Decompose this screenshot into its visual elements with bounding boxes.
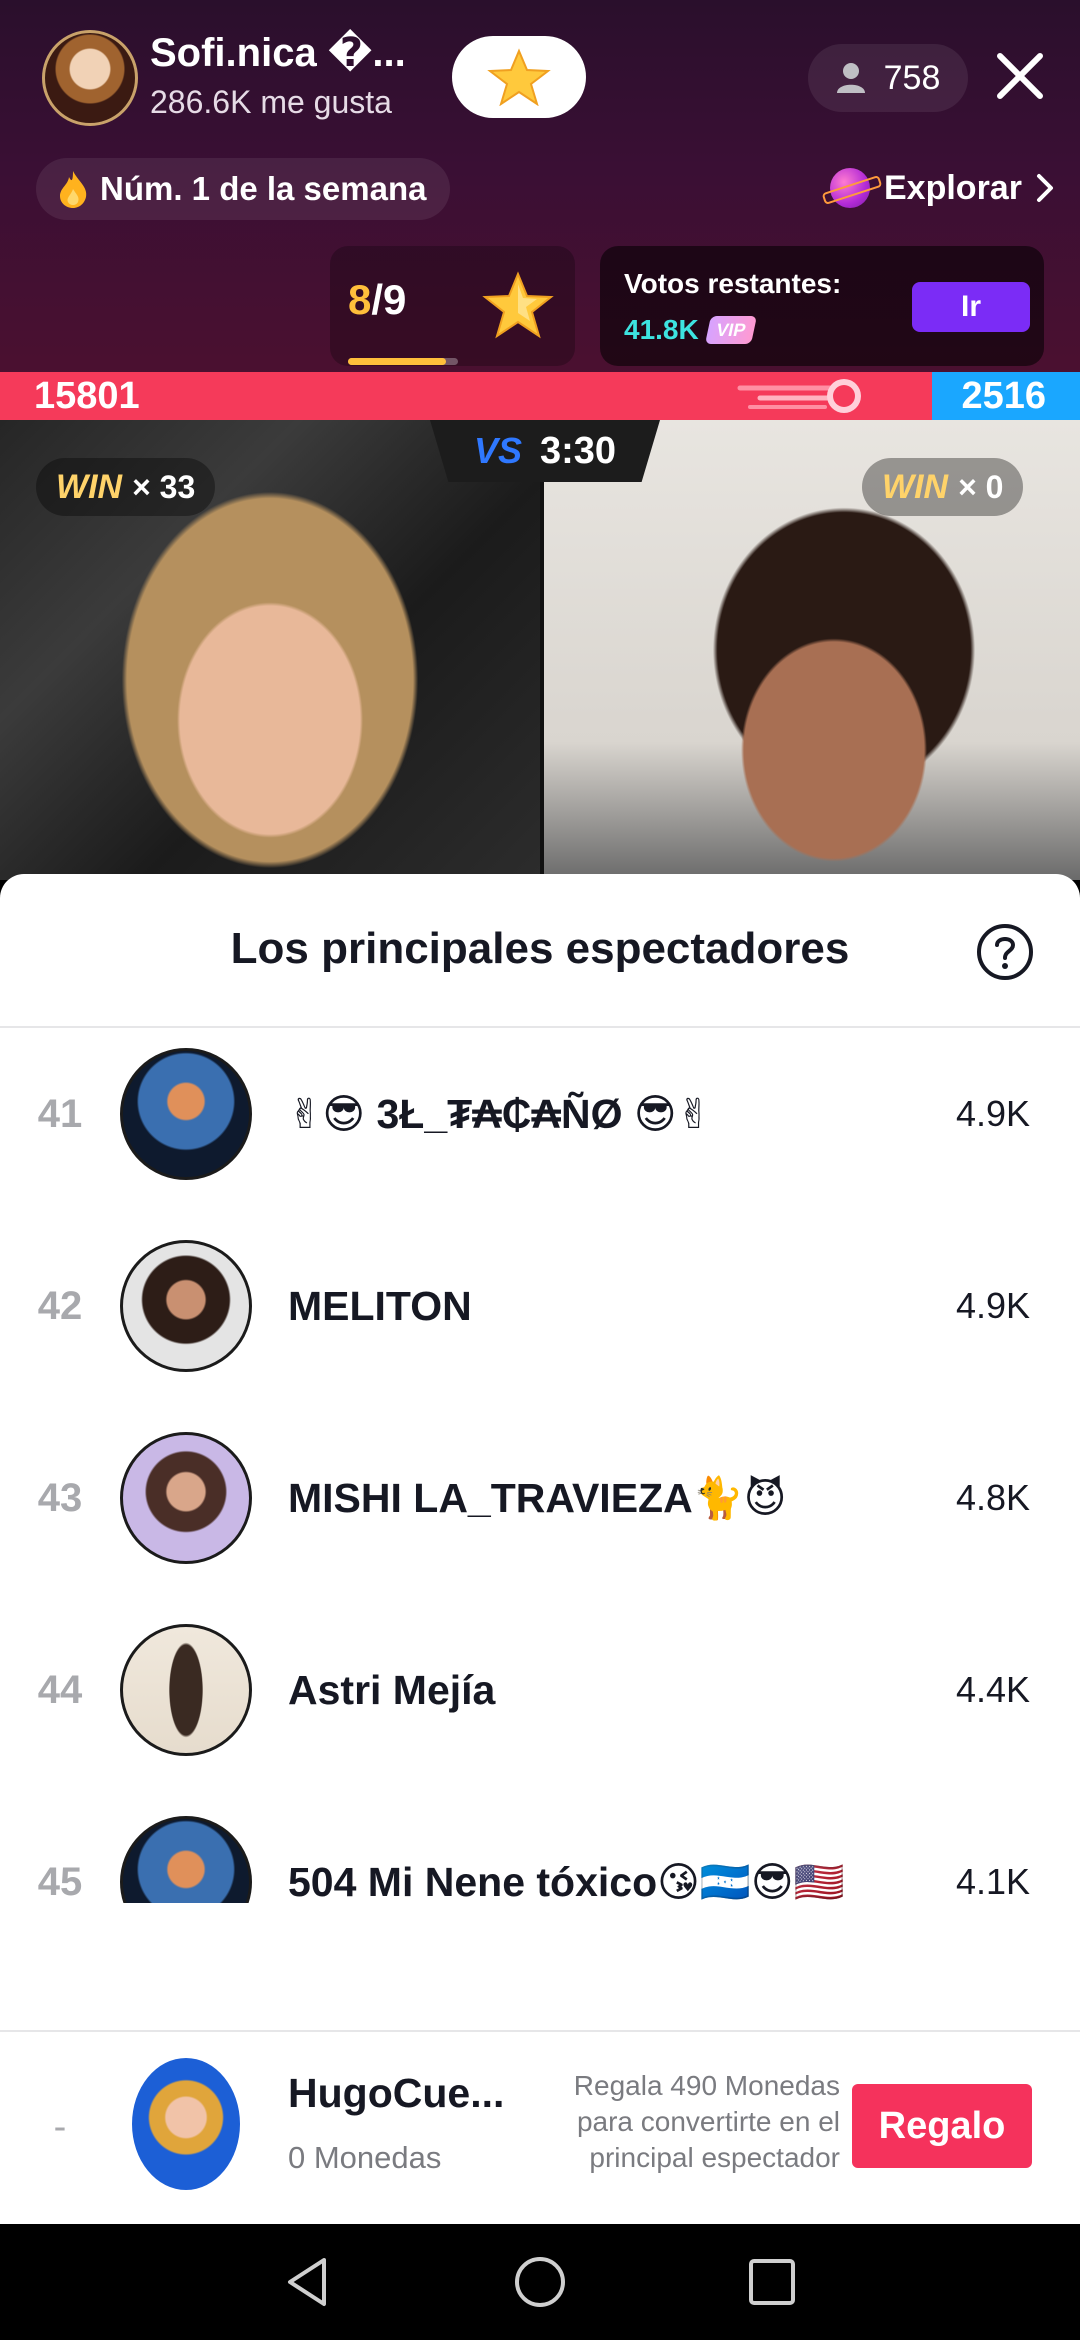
battle-round-counter: 8/9 xyxy=(348,276,406,324)
vs-label: VS xyxy=(473,430,522,471)
battle-round-bar xyxy=(348,358,458,365)
viewer-row[interactable]: 45 504 Mi Nene tóxico😘🇭🇳😎🇺🇸 4.1K xyxy=(0,1796,1080,1903)
explore-label: Explorar xyxy=(884,168,1022,207)
host-name[interactable]: Sofi.nica �... xyxy=(150,30,406,76)
viewer-row[interactable]: 41 ✌😎 3Ł_₮₳₵₳ÑØ 😎✌ 4.9K xyxy=(0,1028,1080,1220)
star-icon xyxy=(487,48,551,106)
win-label: WIN xyxy=(56,467,123,506)
close-icon[interactable] xyxy=(990,46,1050,106)
help-icon[interactable] xyxy=(975,922,1035,982)
top-viewers-sheet: Los principales espectadores 41 ✌😎 3Ł_₮₳… xyxy=(0,874,1080,2224)
timer-value: 3:30 xyxy=(539,429,617,472)
viewer-coins: 4.1K xyxy=(955,1861,1030,1902)
self-avatar[interactable] xyxy=(132,2058,240,2190)
votes-remaining-label: Votos restantes: xyxy=(624,268,842,299)
system-nav-bar xyxy=(0,2224,1080,2340)
go-button[interactable]: Ir xyxy=(912,282,1030,332)
win-label: WIN xyxy=(882,467,949,506)
viewer-name: 504 Mi Nene tóxico😘🇭🇳😎🇺🇸 xyxy=(288,1859,845,1903)
vip-badge: VIP xyxy=(705,316,757,344)
self-coins: 0 Monedas xyxy=(288,2140,442,2175)
viewer-avatar[interactable] xyxy=(120,1240,252,1372)
video-divider xyxy=(540,420,544,880)
left-win-count: × 33 xyxy=(132,468,196,505)
weekly-rank-badge[interactable]: Núm. 1 de la semana xyxy=(36,158,450,220)
explore-button[interactable]: Explorar xyxy=(818,156,1054,220)
viewer-rank: 43 xyxy=(37,1476,83,1520)
viewer-avatar[interactable] xyxy=(120,1816,252,1903)
viewer-name: MISHI LA_TRAVIEZA🐈😈 xyxy=(288,1475,787,1521)
votes-remaining-value: 41.8K xyxy=(624,314,699,345)
host-avatar[interactable] xyxy=(42,30,138,126)
viewer-row[interactable]: 44 Astri Mejía 4.4K xyxy=(0,1604,1080,1796)
back-icon[interactable] xyxy=(280,2254,336,2310)
viewer-row[interactable]: 42 MELITON 4.9K xyxy=(0,1220,1080,1412)
viewer-name: Astri Mejía xyxy=(288,1667,496,1713)
left-win-streak: WIN × 33 xyxy=(36,458,216,516)
host-likes: 286.6K me gusta xyxy=(150,84,392,120)
viewer-list[interactable]: 41 ✌😎 3Ł_₮₳₵₳ÑØ 😎✌ 4.9K 42 MELITON 4.9K … xyxy=(0,1028,1080,1903)
gift-hint: Regala 490 Monedas para convertirte en e… xyxy=(573,2070,840,2173)
recents-icon[interactable] xyxy=(744,2254,800,2310)
home-icon[interactable] xyxy=(512,2254,568,2310)
battle-round-total: /9 xyxy=(371,276,407,323)
gift-button[interactable]: Regalo xyxy=(852,2084,1032,2168)
planet-icon xyxy=(830,168,870,208)
viewer-name: ✌😎 3Ł_₮₳₵₳ÑØ 😎✌ xyxy=(288,1091,711,1137)
viewer-coins: 4.4K xyxy=(955,1669,1030,1710)
battle-round-current: 8 xyxy=(348,276,372,323)
viewer-avatar[interactable] xyxy=(120,1432,252,1564)
favorite-button[interactable] xyxy=(452,36,586,118)
viewer-avatar[interactable] xyxy=(120,1048,252,1180)
viewer-rank: 44 xyxy=(37,1668,83,1712)
flame-icon xyxy=(60,171,87,208)
viewer-row[interactable]: 43 MISHI LA_TRAVIEZA🐈😈 4.8K xyxy=(0,1412,1080,1604)
viewer-avatar[interactable] xyxy=(120,1624,252,1756)
viewer-coins: 4.9K xyxy=(955,1285,1030,1326)
person-icon xyxy=(836,63,865,93)
viewer-name: MELITON xyxy=(288,1283,472,1329)
viewer-rank: 41 xyxy=(37,1092,83,1136)
viewer-rank: 42 xyxy=(37,1284,83,1328)
right-score: 2516 xyxy=(961,375,1046,417)
self-name: HugoCue... xyxy=(288,2070,505,2116)
star-icon xyxy=(482,271,554,339)
viewer-rank: 45 xyxy=(37,1860,83,1903)
right-win-count: × 0 xyxy=(958,468,1004,505)
battle-round-bar-fill xyxy=(348,358,446,365)
viewer-count: 758 xyxy=(883,58,941,97)
right-win-streak: WIN × 0 xyxy=(862,458,1024,516)
viewer-coins: 4.9K xyxy=(955,1093,1030,1134)
viewer-count-pill[interactable]: 758 xyxy=(808,44,968,112)
left-score: 15801 xyxy=(34,375,140,417)
comet-icon xyxy=(737,379,861,413)
battle-score-bar xyxy=(0,372,1080,420)
self-rank: - xyxy=(53,2106,67,2148)
viewer-coins: 4.8K xyxy=(955,1477,1030,1518)
self-viewer-row: - HugoCue... 0 Monedas Regala 490 Moneda… xyxy=(0,2030,1080,2224)
chevron-right-icon xyxy=(1036,174,1053,202)
sheet-title: Los principales espectadores xyxy=(230,924,850,973)
weekly-rank-label: Núm. 1 de la semana xyxy=(100,170,427,207)
battle-timer: VS 3:30 xyxy=(430,420,660,482)
